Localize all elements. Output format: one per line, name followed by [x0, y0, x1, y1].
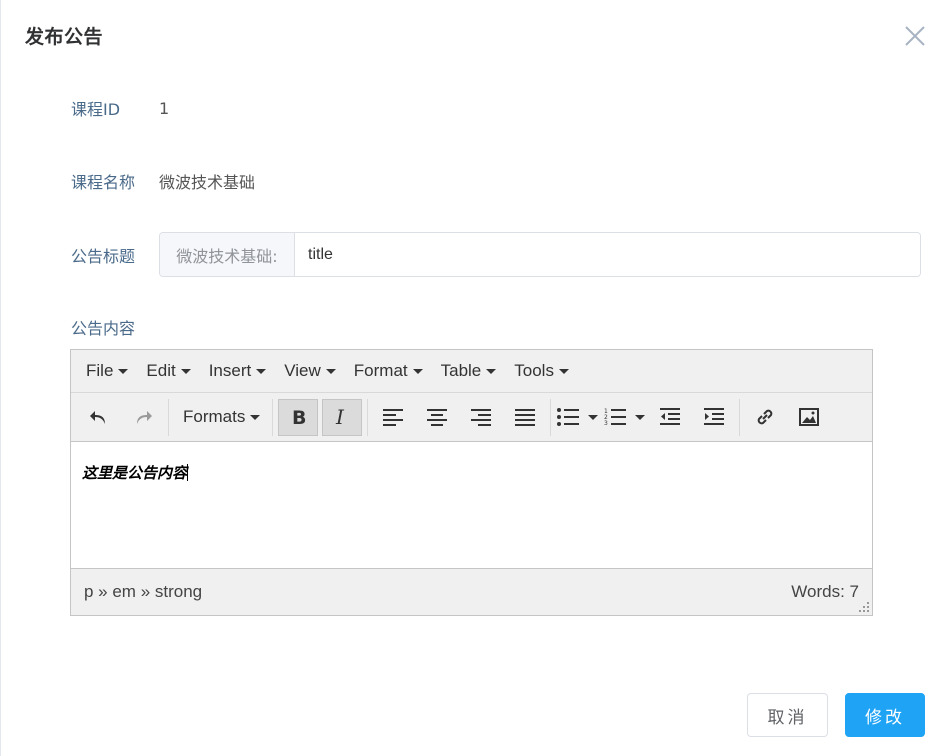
- rich-text-editor: File Edit Insert View Format Table Tools…: [70, 349, 873, 616]
- notice-title-input[interactable]: [295, 233, 920, 276]
- redo-icon: [137, 411, 152, 424]
- menu-insert-label: Insert: [208, 361, 252, 380]
- indent-icon: [704, 408, 725, 425]
- outdent-icon: [660, 408, 681, 425]
- menu-tools-label: Tools: [514, 361, 554, 380]
- text-cursor: [187, 464, 189, 481]
- caret-down-icon: [250, 414, 261, 420]
- formats-dropdown[interactable]: Formats: [174, 399, 267, 436]
- undo-icon: [90, 411, 105, 424]
- italic-button[interactable]: I: [322, 398, 363, 436]
- menu-table-label: Table: [440, 361, 482, 380]
- toolbar-separator: [272, 398, 274, 436]
- menu-format-label: Format: [353, 361, 408, 380]
- dialog-title: 发布公告: [25, 26, 104, 48]
- cancel-button[interactable]: 取消: [747, 693, 828, 737]
- course-id-value: 1: [159, 98, 170, 118]
- menu-format[interactable]: Format: [345, 350, 432, 392]
- caret-down-icon: [412, 368, 423, 374]
- editor-content-text: 这里是公告内容: [82, 465, 188, 482]
- notice-content-label: 公告内容: [71, 319, 136, 338]
- toolbar-separator: [550, 398, 552, 436]
- notice-title-input-group: 微波技术基础:: [159, 232, 921, 277]
- align-center-button[interactable]: [417, 399, 457, 436]
- align-center-icon: [427, 409, 448, 426]
- editor-content-area[interactable]: 这里是公告内容: [71, 442, 872, 568]
- menu-view[interactable]: View: [275, 350, 345, 392]
- caret-down-icon: [180, 368, 191, 374]
- menu-edit[interactable]: Edit: [137, 350, 199, 392]
- caret-down-icon: [118, 368, 129, 374]
- notice-title-row: 公告标题 微波技术基础:: [71, 232, 921, 277]
- align-right-button[interactable]: [461, 399, 501, 436]
- course-id-row: 课程ID 1: [71, 96, 169, 120]
- close-button[interactable]: [901, 22, 929, 50]
- outdent-button[interactable]: [650, 399, 690, 436]
- bold-button[interactable]: B: [278, 398, 319, 436]
- align-right-icon: [471, 409, 492, 426]
- svg-text:B: B: [292, 407, 306, 427]
- bullet-list-button[interactable]: [556, 399, 599, 436]
- course-name-label: 课程名称: [71, 173, 136, 192]
- notice-title-prepend: 微波技术基础:: [160, 233, 295, 276]
- publish-notice-dialog: 发布公告 课程ID 1 课程名称 微波技术基础 公告标题 微波技术基础: 公告内…: [0, 0, 949, 756]
- caret-down-icon: [256, 368, 267, 374]
- bold-icon: B: [292, 407, 306, 427]
- redo-button[interactable]: [123, 399, 163, 436]
- toolbar-separator: [739, 398, 741, 436]
- align-justify-button[interactable]: [505, 399, 545, 436]
- menu-tools[interactable]: Tools: [505, 350, 578, 392]
- element-path[interactable]: p » em » strong: [84, 582, 202, 602]
- caret-down-icon: [558, 368, 569, 374]
- undo-button[interactable]: [79, 399, 119, 436]
- menu-table[interactable]: Table: [432, 350, 506, 392]
- menu-view-label: View: [284, 361, 321, 380]
- caret-down-icon: [486, 368, 497, 374]
- editor-statusbar: p » em » strong Words: 7: [71, 568, 872, 615]
- caret-down-icon: [588, 414, 599, 420]
- align-left-icon: [383, 409, 404, 426]
- menu-insert[interactable]: Insert: [200, 350, 276, 392]
- image-button[interactable]: [789, 399, 829, 436]
- close-icon: [905, 26, 925, 46]
- image-icon: [799, 408, 820, 426]
- svg-text:3: 3: [604, 420, 608, 427]
- numbered-list-icon: 1 2 3: [604, 408, 627, 427]
- menu-file-label: File: [86, 361, 114, 380]
- menu-edit-label: Edit: [146, 361, 176, 380]
- course-id-label: 课程ID: [71, 100, 121, 119]
- course-name-value: 微波技术基础: [159, 173, 256, 192]
- link-button[interactable]: [745, 399, 785, 436]
- course-name-row: 课程名称 微波技术基础: [71, 169, 255, 193]
- editor-menubar: File Edit Insert View Format Table Tools: [71, 350, 872, 393]
- submit-button[interactable]: 修改: [845, 693, 925, 737]
- word-count: Words: 7: [791, 582, 859, 601]
- notice-content-row: 公告内容: [71, 315, 159, 339]
- link-icon: [758, 409, 773, 425]
- menu-file[interactable]: File: [77, 350, 137, 392]
- editor-toolbar: Formats B I 1 2 3: [71, 393, 872, 442]
- caret-down-icon: [635, 414, 646, 420]
- resize-handle-icon[interactable]: [859, 602, 869, 612]
- toolbar-separator: [168, 398, 169, 436]
- toolbar-separator: [367, 398, 369, 436]
- align-left-button[interactable]: [373, 399, 413, 436]
- formats-label: Formats: [183, 407, 246, 426]
- italic-icon: I: [335, 407, 345, 427]
- indent-button[interactable]: [694, 399, 734, 436]
- svg-text:I: I: [335, 407, 345, 427]
- bullet-list-icon: [557, 408, 580, 426]
- align-justify-icon: [515, 409, 536, 426]
- numbered-list-button[interactable]: 1 2 3: [603, 399, 646, 436]
- caret-down-icon: [325, 368, 336, 374]
- notice-title-label: 公告标题: [71, 246, 136, 266]
- dialog-header: 发布公告: [25, 22, 103, 49]
